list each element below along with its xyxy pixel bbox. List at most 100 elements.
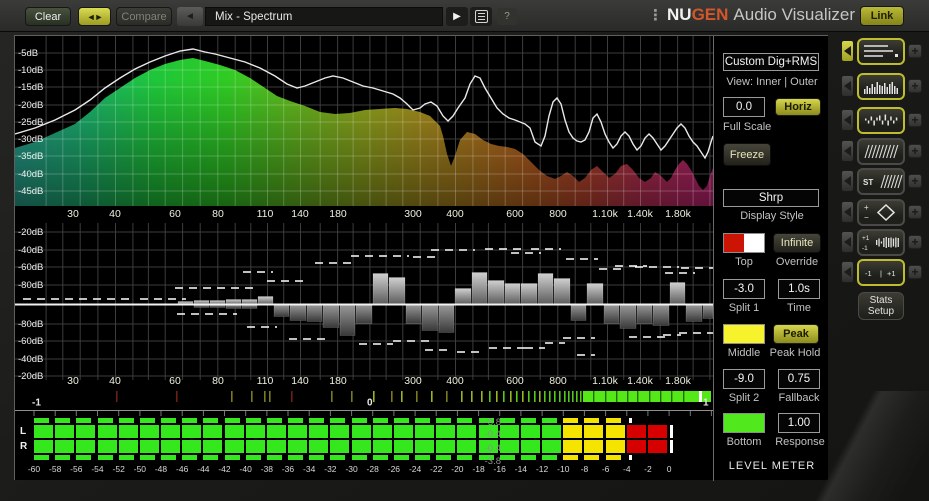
display-slot-row: -1 | +1 + xyxy=(840,259,929,287)
stereo-hatch-icon: ST xyxy=(859,170,903,193)
svg-text:800: 800 xyxy=(549,208,567,220)
horiz-button[interactable]: Horiz xyxy=(775,98,821,116)
slot-5-add-button[interactable]: + xyxy=(908,174,922,188)
top-color-left xyxy=(724,234,744,252)
svg-text:-5dB: -5dB xyxy=(18,48,38,59)
fallback-input[interactable]: 0.75 xyxy=(778,369,820,389)
slot-4-select-arrow[interactable] xyxy=(841,140,854,162)
svg-text:-25dB: -25dB xyxy=(18,117,43,128)
logo-rest: Audio Visualizer xyxy=(733,5,855,24)
mirror-bars-icon xyxy=(859,109,903,132)
slot-6-add-button[interactable]: + xyxy=(908,205,922,219)
svg-text:|: | xyxy=(880,269,882,278)
right-arrow-icon: ▶ xyxy=(453,11,461,22)
svg-text:1.40k: 1.40k xyxy=(627,375,653,387)
slot-1-add-button[interactable]: + xyxy=(908,44,922,58)
slot-2-bars-button[interactable] xyxy=(857,73,905,100)
meter-scale-label: 0 xyxy=(666,464,672,474)
display-style-select[interactable]: Shrp xyxy=(723,189,819,207)
meter-readout: -3.8 xyxy=(484,417,501,428)
slot-6-vectorscope-button[interactable]: + − xyxy=(857,199,905,226)
slot-4-hatch-button[interactable] xyxy=(857,138,905,165)
full-scale-label: Full Scale xyxy=(723,121,772,133)
slot-5-stereo-hatch-button[interactable]: ST xyxy=(857,168,905,195)
help-button[interactable]: ? xyxy=(497,8,517,25)
list-icon xyxy=(474,10,488,23)
display-slot-row: + − + xyxy=(840,199,929,227)
meter-scale-label: -46 xyxy=(176,464,189,474)
meter-scale-label: -34 xyxy=(303,464,316,474)
display-slot-row: + xyxy=(840,107,929,135)
slot-1-select-arrow[interactable] xyxy=(841,40,854,62)
svg-text:300: 300 xyxy=(404,208,422,220)
svg-text:−: − xyxy=(864,213,869,222)
time-input[interactable]: 1.0s xyxy=(778,279,820,299)
middle-color-swatch[interactable] xyxy=(723,324,765,344)
slot-1-meter-lines-button[interactable] xyxy=(857,38,905,65)
clear-button[interactable]: Clear xyxy=(25,7,71,26)
top-label: Top xyxy=(735,256,753,268)
slot-4-add-button[interactable]: + xyxy=(908,144,922,158)
meter-scale-label: -48 xyxy=(154,464,168,474)
time-label: Time xyxy=(786,302,812,314)
override-label: Override xyxy=(775,256,819,268)
panel-separator xyxy=(713,36,714,481)
left-right-arrows-icon: ◄► xyxy=(86,11,104,22)
top-color-swatch[interactable] xyxy=(723,233,765,253)
svg-text:-60dB: -60dB xyxy=(18,262,43,273)
svg-text:140: 140 xyxy=(291,208,309,220)
svg-text:30: 30 xyxy=(67,208,79,220)
meter-scale-label: -52 xyxy=(112,464,125,474)
override-button[interactable]: Infinite xyxy=(773,233,821,253)
compare-button[interactable]: Compare xyxy=(116,7,172,26)
svg-text:300: 300 xyxy=(404,375,422,387)
slot-7-select-arrow[interactable] xyxy=(841,231,854,253)
slot-7-add-button[interactable]: + xyxy=(908,235,922,249)
slot-8-correlation-range-button[interactable]: -1 | +1 xyxy=(857,259,905,286)
svg-text:80: 80 xyxy=(212,375,224,387)
peak-hold-button[interactable]: Peak xyxy=(773,324,819,344)
meter-scale-label: -56 xyxy=(70,464,83,474)
svg-text:-40dB: -40dB xyxy=(18,245,43,256)
freeze-button[interactable]: Freeze xyxy=(723,143,771,166)
slot-6-select-arrow[interactable] xyxy=(841,201,854,223)
meter-scale-label: -10 xyxy=(557,464,570,474)
preset-name-field[interactable]: Mix - Spectrum xyxy=(205,7,443,26)
meter-scale-label: -54 xyxy=(91,464,104,474)
svg-text:0: 0 xyxy=(367,398,373,409)
ab-toggle-button[interactable]: ◄► xyxy=(78,7,111,26)
slot-3-add-button[interactable]: + xyxy=(908,113,922,127)
link-button[interactable]: Link xyxy=(860,6,904,26)
svg-text:-35dB: -35dB xyxy=(18,151,43,162)
svg-text:+: + xyxy=(864,203,869,212)
slot-8-select-arrow[interactable] xyxy=(841,261,854,283)
left-triangle-icon xyxy=(844,46,851,56)
slot-5-select-arrow[interactable] xyxy=(841,170,854,192)
slot-2-add-button[interactable]: + xyxy=(908,79,922,93)
split2-input[interactable]: -9.0 xyxy=(723,369,765,389)
slot-3-mirror-bars-button[interactable] xyxy=(857,107,905,134)
slot-2-select-arrow[interactable] xyxy=(841,75,854,97)
svg-text:-20dB: -20dB xyxy=(18,100,43,111)
next-preset-button[interactable]: ▶ xyxy=(446,7,468,26)
stats-setup-button[interactable]: Stats Setup xyxy=(858,292,904,320)
previous-preset-button[interactable]: ◄ xyxy=(177,7,203,26)
full-scale-input[interactable]: 0.0 xyxy=(723,97,765,117)
preset-list-button[interactable] xyxy=(470,7,492,26)
meter-channel-label: L xyxy=(20,426,27,437)
svg-text:-10dB: -10dB xyxy=(18,65,43,76)
slot-8-add-button[interactable]: + xyxy=(908,265,922,279)
slot-7-correlation-hist-button[interactable]: +1 -1 xyxy=(857,229,905,256)
split1-input[interactable]: -3.0 xyxy=(723,279,765,299)
meter-channel-label: R xyxy=(20,441,28,452)
meter-mode-select[interactable]: Custom Dig+RMS xyxy=(723,53,819,71)
svg-text:1.80k: 1.80k xyxy=(665,375,691,387)
svg-text:-80dB: -80dB xyxy=(18,319,43,330)
svg-text:800: 800 xyxy=(549,375,567,387)
meter-readout: -3.8 xyxy=(484,456,501,467)
svg-text:-1: -1 xyxy=(32,398,41,409)
meter-scale-label: -42 xyxy=(218,464,231,474)
slot-3-select-arrow[interactable] xyxy=(841,109,854,131)
meter-scale-label: -24 xyxy=(408,464,422,474)
svg-text:+1: +1 xyxy=(887,269,896,278)
